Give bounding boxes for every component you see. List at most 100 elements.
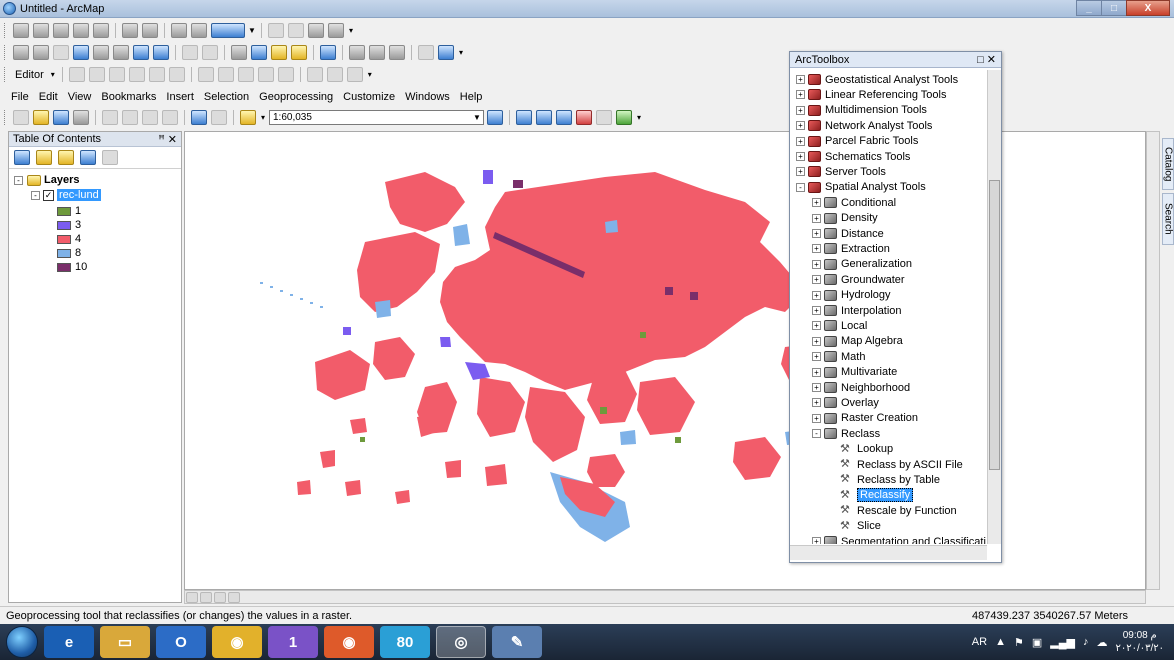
toolbox-tree-item[interactable]: + Hydrology bbox=[812, 288, 891, 303]
measure-icon[interactable] bbox=[320, 45, 336, 60]
forward-arrow-icon[interactable] bbox=[153, 45, 169, 60]
legend-swatch[interactable] bbox=[57, 206, 71, 216]
toolbar-grip[interactable] bbox=[4, 45, 7, 60]
menu-selection[interactable]: Selection bbox=[199, 91, 254, 103]
toolbox-tree-item[interactable]: + Groundwater bbox=[812, 272, 905, 287]
editor-toolbar-toggle-icon[interactable] bbox=[487, 110, 503, 125]
clock[interactable]: 09:08 م ٢٠٢٠/٠٣/٢٠ bbox=[1115, 629, 1164, 655]
toolbox-tree-item[interactable]: ⚒ Slice bbox=[840, 519, 881, 534]
model-builder-icon[interactable] bbox=[616, 110, 632, 125]
expand-icon[interactable]: + bbox=[812, 383, 821, 392]
toolbox-tree-item[interactable]: + Multivariate bbox=[812, 365, 897, 380]
file-explorer-taskbar-icon[interactable]: ▭ bbox=[100, 626, 150, 658]
menu-insert[interactable]: Insert bbox=[161, 91, 199, 103]
trace-icon[interactable] bbox=[148, 67, 165, 82]
expand-icon[interactable]: + bbox=[812, 367, 821, 377]
add-data-icon[interactable] bbox=[240, 110, 256, 125]
open-folder-icon[interactable] bbox=[33, 110, 49, 125]
select-features-icon[interactable] bbox=[182, 45, 198, 60]
cloud-icon[interactable]: ☁ bbox=[1096, 636, 1107, 649]
find-binoculars-icon[interactable] bbox=[349, 45, 365, 60]
attributes-icon[interactable] bbox=[306, 67, 323, 82]
pan-fixed-icon[interactable] bbox=[53, 23, 69, 38]
map-horizontal-scrollbar[interactable] bbox=[184, 590, 1146, 604]
toolbox-tree-item[interactable]: + Math bbox=[812, 349, 865, 364]
menu-customize[interactable]: Customize bbox=[338, 91, 400, 103]
expand-icon[interactable]: + bbox=[812, 321, 821, 331]
toolbox-tree-item[interactable]: + Linear Referencing Tools bbox=[796, 87, 946, 102]
edit-tool-icon[interactable] bbox=[68, 67, 85, 82]
editor-menu-button[interactable]: Editor bbox=[12, 69, 47, 81]
expand-icon[interactable]: + bbox=[812, 352, 821, 362]
arctoolbox-vertical-scrollbar[interactable] bbox=[987, 70, 1001, 544]
arctoolbox-horizontal-scrollbar[interactable] bbox=[790, 545, 987, 560]
expand-icon[interactable]: + bbox=[796, 75, 805, 84]
table-of-contents-icon[interactable] bbox=[516, 110, 532, 125]
copy-icon[interactable] bbox=[122, 110, 138, 125]
html-popup-icon[interactable] bbox=[291, 45, 307, 60]
toolbox-tree-item[interactable]: + Distance bbox=[812, 226, 884, 241]
maximize-button[interactable]: □ bbox=[1101, 0, 1127, 16]
display-icon[interactable]: ▣ bbox=[1032, 636, 1042, 649]
collapse-icon[interactable]: - bbox=[14, 175, 23, 185]
expand-icon[interactable]: + bbox=[812, 398, 821, 408]
toolbox-tree-item[interactable]: + Overlay bbox=[812, 395, 879, 410]
collapse-icon[interactable]: - bbox=[796, 182, 805, 192]
point-icon[interactable] bbox=[168, 67, 185, 82]
new-document-icon[interactable] bbox=[13, 110, 29, 125]
toolbox-tree-item[interactable]: + Local bbox=[812, 318, 867, 333]
hyperlink-icon[interactable] bbox=[271, 45, 287, 60]
cut-icon[interactable] bbox=[102, 110, 118, 125]
arctoolbox-icon[interactable] bbox=[576, 110, 592, 125]
cut-polygons-icon[interactable] bbox=[237, 67, 254, 82]
expand-icon[interactable]: + bbox=[812, 306, 821, 315]
map-scale-dropdown-icon[interactable]: ▼ bbox=[471, 113, 483, 122]
outlook-taskbar-icon[interactable]: O bbox=[156, 626, 206, 658]
toc-layers-group[interactable]: - Layers bbox=[14, 174, 79, 186]
pause-drawing-icon[interactable] bbox=[228, 591, 240, 603]
legend-swatch[interactable] bbox=[57, 262, 71, 272]
layout-zoom-in-icon[interactable] bbox=[122, 23, 138, 38]
zoom-in-fixed-icon[interactable] bbox=[13, 23, 29, 38]
telegram-taskbar-icon[interactable]: 80 bbox=[380, 626, 430, 658]
toolbox-tree-item[interactable]: ⚒ Reclass by Table bbox=[840, 472, 940, 487]
create-features-icon[interactable] bbox=[346, 67, 363, 82]
toolbar-options-icon[interactable]: ▾ bbox=[366, 70, 374, 79]
toolbox-tree-item[interactable]: + Multidimension Tools bbox=[796, 103, 927, 118]
menu-windows[interactable]: Windows bbox=[400, 91, 455, 103]
toolbar-options-icon[interactable]: ▾ bbox=[347, 26, 355, 35]
expand-icon[interactable]: + bbox=[796, 152, 805, 161]
globe-full-extent-icon[interactable] bbox=[73, 45, 89, 60]
expand-icon[interactable]: + bbox=[796, 105, 805, 115]
toolbar-grip[interactable] bbox=[4, 110, 7, 125]
paint-taskbar-icon[interactable]: ✎ bbox=[492, 626, 542, 658]
expand-icon[interactable]: + bbox=[812, 244, 821, 254]
viber-taskbar-icon[interactable]: 1 bbox=[268, 626, 318, 658]
undo-icon[interactable] bbox=[191, 110, 207, 125]
layout-view-icon[interactable] bbox=[200, 591, 212, 603]
create-viewer-window-icon[interactable] bbox=[438, 45, 454, 60]
flag-icon[interactable]: ⚑ bbox=[1014, 636, 1024, 649]
expand-icon[interactable]: + bbox=[796, 167, 805, 177]
map-vertical-scrollbar[interactable] bbox=[1146, 131, 1160, 590]
network-icon[interactable]: ▂▄▆ bbox=[1050, 636, 1075, 649]
edit-annotation-icon[interactable] bbox=[88, 67, 105, 82]
zoom-out-icon[interactable] bbox=[33, 45, 49, 60]
save-icon[interactable] bbox=[53, 110, 69, 125]
list-by-drawing-order-icon[interactable] bbox=[14, 150, 30, 165]
list-by-source-icon[interactable] bbox=[36, 150, 52, 165]
collapse-icon[interactable]: - bbox=[31, 190, 40, 200]
fixed-zoom-out-icon[interactable] bbox=[113, 45, 129, 60]
select-elements-icon[interactable] bbox=[231, 45, 247, 60]
time-slider-icon[interactable] bbox=[418, 45, 434, 60]
toolbox-tree-item[interactable]: + Raster Creation bbox=[812, 411, 918, 426]
toolbox-tree-item[interactable]: + Server Tools bbox=[796, 164, 886, 179]
page-fit-icon[interactable] bbox=[191, 23, 207, 38]
toolbox-tree-item[interactable]: + Conditional bbox=[812, 195, 896, 210]
toolbox-tree-item[interactable]: ⚒ Reclass by ASCII File bbox=[840, 457, 963, 472]
arcmap-taskbar-icon[interactable]: ◎ bbox=[436, 626, 486, 658]
change-layout-icon[interactable] bbox=[308, 23, 324, 38]
toolbar-options-icon[interactable]: ▾ bbox=[635, 113, 643, 122]
menu-bookmarks[interactable]: Bookmarks bbox=[96, 91, 161, 103]
legend-swatch[interactable] bbox=[57, 234, 71, 244]
